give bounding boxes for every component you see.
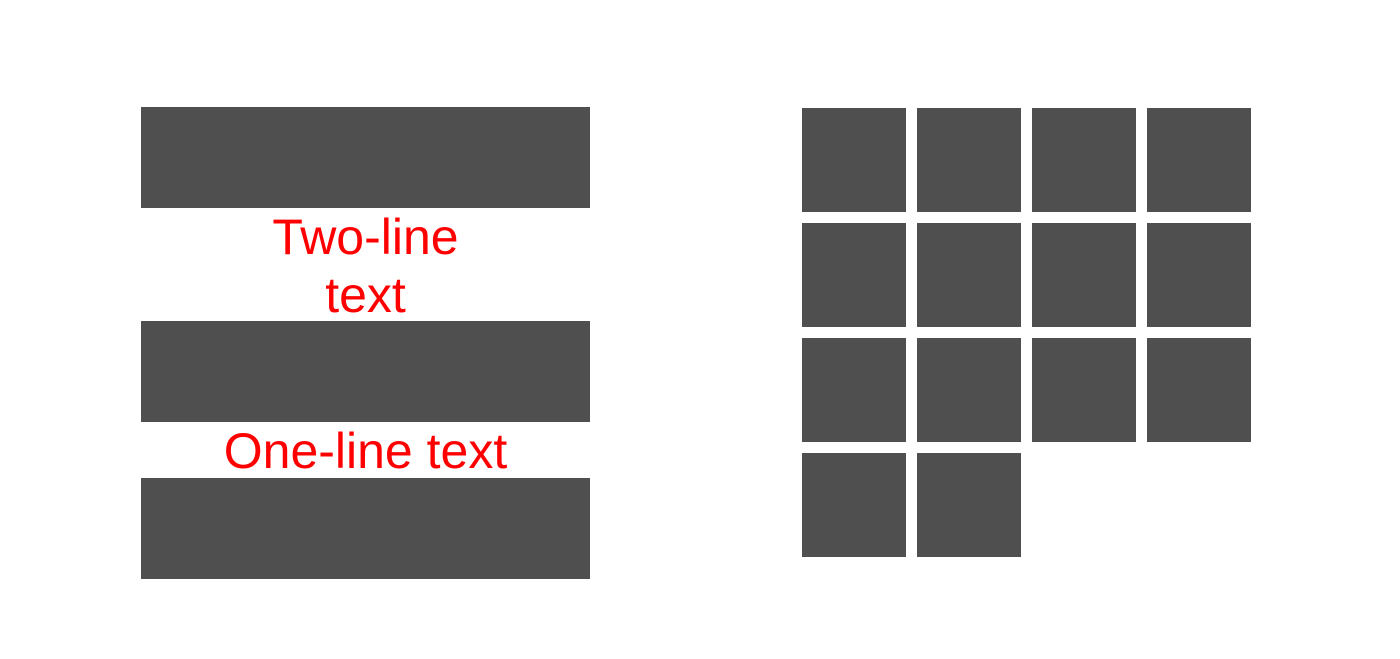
one-line-label: One-line text (223, 423, 508, 479)
left-bar-middle (141, 321, 590, 422)
left-bar-top (141, 107, 590, 208)
grid-tile (802, 453, 906, 557)
left-bar-bottom (141, 478, 590, 579)
grid-tile (917, 108, 1021, 212)
grid-tile (802, 338, 906, 442)
grid-tile (1032, 108, 1136, 212)
two-line-label: Two-line text (141, 208, 590, 324)
two-line-label-line-1: Two-line (272, 209, 459, 265)
grid-tile (1147, 223, 1251, 327)
tile-grid (802, 108, 1253, 558)
grid-tile (1147, 338, 1251, 442)
grid-tile (1032, 223, 1136, 327)
two-line-label-line-2: text (325, 267, 406, 323)
grid-tile (917, 338, 1021, 442)
grid-tile (917, 223, 1021, 327)
grid-tile (802, 108, 906, 212)
grid-tile (1147, 108, 1251, 212)
grid-tile (802, 223, 906, 327)
grid-tile (1032, 338, 1136, 442)
grid-tile (917, 453, 1021, 557)
